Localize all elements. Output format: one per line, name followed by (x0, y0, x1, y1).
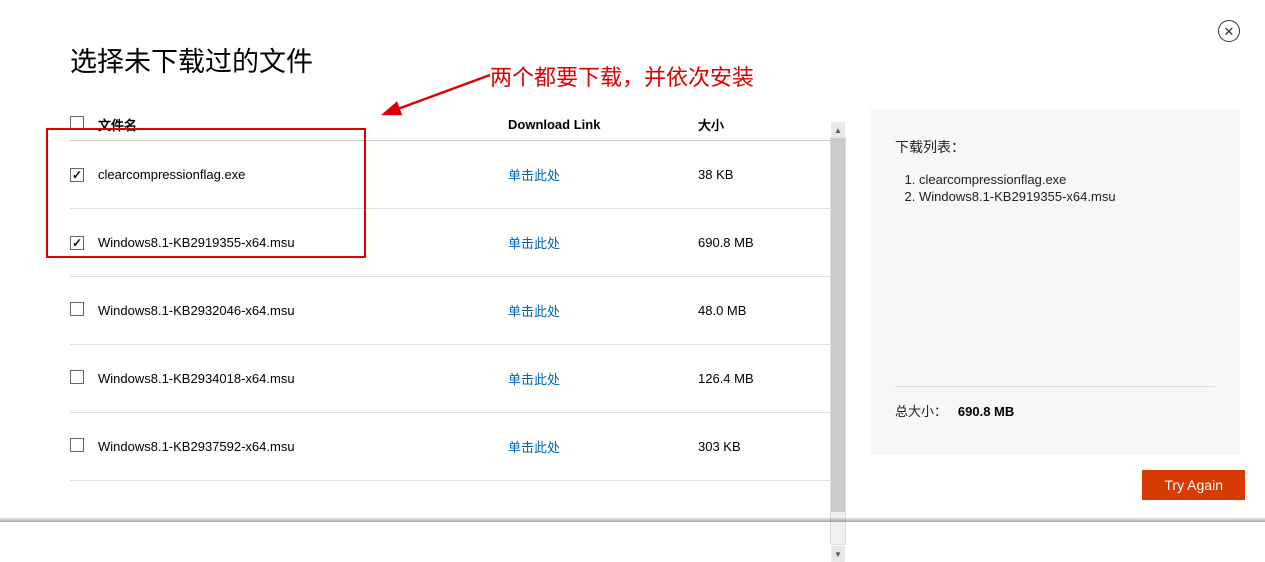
select-all-checkbox[interactable] (70, 116, 84, 130)
file-name: Windows8.1-KB2919355-x64.msu (98, 235, 508, 250)
header-size: 大小 (698, 115, 818, 134)
header-download-link: Download Link (508, 117, 698, 132)
page-title: 选择未下载过的文件 (70, 40, 1245, 79)
file-name: clearcompressionflag.exe (98, 167, 508, 182)
row-checkbox[interactable] (70, 236, 84, 250)
header-filename: 文件名 (98, 115, 508, 134)
file-size: 690.8 MB (698, 235, 818, 250)
download-list-item: Windows8.1-KB2919355-x64.msu (919, 188, 1215, 205)
file-name: Windows8.1-KB2937592-x64.msu (98, 439, 508, 454)
table-row: clearcompressionflag.exe单击此处 38 KB (70, 141, 840, 209)
file-size: 126.4 MB (698, 371, 818, 386)
download-link[interactable]: 单击此处 (508, 304, 560, 319)
row-checkbox[interactable] (70, 438, 84, 452)
total-size-value: 690.8 MB (958, 404, 1014, 419)
table-row: Windows8.1-KB2934018-x64.msu单击此处 126.4 MB (70, 345, 840, 413)
download-list: clearcompressionflag.exeWindows8.1-KB291… (895, 171, 1215, 205)
download-list-panel: 下载列表： clearcompressionflag.exeWindows8.1… (870, 109, 1240, 455)
scroll-down-icon[interactable]: ▼ (831, 546, 845, 562)
file-size: 48.0 MB (698, 303, 818, 318)
bottom-shadow (0, 517, 1265, 522)
download-list-title: 下载列表： (895, 137, 1215, 157)
table-row: Windows8.1-KB2919355-x64.msu单击此处 690.8 MB (70, 209, 840, 277)
row-checkbox[interactable] (70, 370, 84, 384)
download-list-item: clearcompressionflag.exe (919, 171, 1215, 188)
scrollbar-thumb[interactable] (831, 138, 845, 512)
download-link[interactable]: 单击此处 (508, 236, 560, 251)
row-checkbox[interactable] (70, 168, 84, 182)
file-table: 文件名 Download Link 大小 clearcompressionfla… (70, 109, 840, 481)
scroll-up-icon[interactable]: ▲ (831, 122, 845, 138)
file-size: 303 KB (698, 439, 818, 454)
scrollbar[interactable]: ▲ ▼ (830, 137, 846, 545)
table-row: Windows8.1-KB2932046-x64.msu单击此处 48.0 MB (70, 277, 840, 345)
download-link[interactable]: 单击此处 (508, 372, 560, 387)
total-size-row: 总大小： 690.8 MB (895, 386, 1215, 420)
file-size: 38 KB (698, 167, 818, 182)
file-name: Windows8.1-KB2932046-x64.msu (98, 303, 508, 318)
table-row: Windows8.1-KB2937592-x64.msu单击此处 303 KB (70, 413, 840, 481)
row-checkbox[interactable] (70, 302, 84, 316)
table-header-row: 文件名 Download Link 大小 (70, 109, 840, 141)
download-link[interactable]: 单击此处 (508, 168, 560, 183)
file-name: Windows8.1-KB2934018-x64.msu (98, 371, 508, 386)
total-size-label: 总大小： (895, 404, 947, 419)
download-link[interactable]: 单击此处 (508, 440, 560, 455)
try-again-button[interactable]: Try Again (1142, 470, 1245, 500)
